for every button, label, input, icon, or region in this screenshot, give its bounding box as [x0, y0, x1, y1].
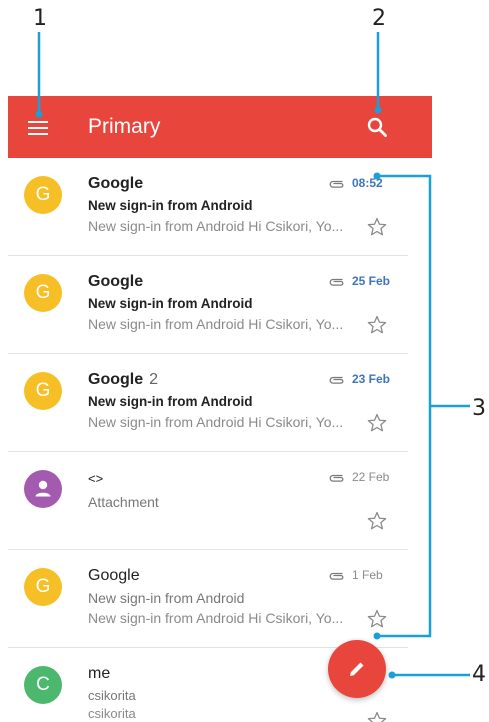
star-icon[interactable]	[366, 608, 388, 630]
star-icon[interactable]	[366, 510, 388, 532]
email-snippet: New sign-in from Android Hi Csikori, Yo.…	[88, 218, 344, 234]
inbox-screen: Primary G Google New sign-in from Androi…	[8, 96, 432, 722]
attachment-icon	[329, 180, 344, 188]
email-sender: me	[88, 665, 110, 683]
star-icon[interactable]	[366, 412, 388, 434]
email-sender: Google	[88, 567, 140, 585]
sender-name: me	[88, 665, 111, 682]
email-subject: csikorita	[88, 688, 136, 703]
email-snippet: csikorita	[88, 706, 136, 721]
sender-name: Google	[88, 371, 144, 388]
sender-name: Google	[88, 567, 140, 584]
callout-2: 2	[372, 6, 386, 31]
email-row-5[interactable]: G Google New sign-in from Android New si…	[8, 550, 408, 648]
search-icon[interactable]	[366, 116, 388, 138]
email-snippet: New sign-in from Android Hi Csikori, Yo.…	[88, 316, 344, 332]
email-subject: Attachment	[88, 494, 159, 510]
sender-name: <>	[88, 471, 104, 486]
email-date: 25 Feb	[352, 274, 391, 288]
email-row-1[interactable]: G Google New sign-in from Android New si…	[8, 158, 408, 256]
email-sender: Google	[88, 273, 143, 291]
email-row-4[interactable]: <> Attachment 22 Feb	[8, 452, 408, 550]
callout-4: 4	[472, 662, 486, 687]
avatar: G	[24, 176, 62, 214]
email-snippet: New sign-in from Android Hi Csikori, Yo.…	[88, 414, 344, 430]
compose-button[interactable]	[328, 640, 386, 698]
email-date: 22 Feb	[352, 470, 390, 484]
sender-name: Google	[88, 273, 144, 290]
email-sender: <>	[88, 471, 103, 486]
callout-1: 1	[33, 6, 47, 31]
email-subject: New sign-in from Android	[88, 198, 253, 213]
email-subject: New sign-in from Android	[88, 296, 253, 311]
email-row-3[interactable]: G Google 2 New sign-in from Android New s…	[8, 354, 408, 452]
email-row-2[interactable]: G Google New sign-in from Android New si…	[8, 256, 408, 354]
thread-count: 2	[149, 371, 159, 388]
attachment-icon	[329, 376, 344, 384]
avatar: C	[24, 666, 62, 704]
menu-icon[interactable]	[28, 121, 48, 135]
person-icon	[35, 480, 51, 497]
avatar: G	[24, 372, 62, 410]
email-subject: New sign-in from Android	[88, 590, 245, 606]
email-sender: Google 2	[88, 371, 158, 389]
app-bar: Primary	[8, 96, 432, 158]
star-icon[interactable]	[366, 710, 388, 722]
email-date: 08:52	[352, 176, 383, 190]
page-title: Primary	[88, 115, 161, 138]
attachment-icon	[329, 474, 344, 482]
pencil-icon	[350, 662, 364, 676]
star-icon[interactable]	[366, 216, 388, 238]
avatar	[24, 470, 62, 508]
email-snippet: New sign-in from Android Hi Csikori, Yo.…	[88, 610, 344, 626]
email-subject: New sign-in from Android	[88, 394, 253, 409]
callout-3: 3	[472, 396, 486, 421]
email-sender: Google	[88, 175, 143, 193]
star-icon[interactable]	[366, 314, 388, 336]
attachment-icon	[329, 572, 344, 580]
avatar: G	[24, 568, 62, 606]
attachment-icon	[329, 278, 344, 286]
email-date: 1 Feb	[352, 568, 383, 582]
avatar: G	[24, 274, 62, 312]
email-date: 23 Feb	[352, 372, 391, 386]
sender-name: Google	[88, 175, 144, 192]
